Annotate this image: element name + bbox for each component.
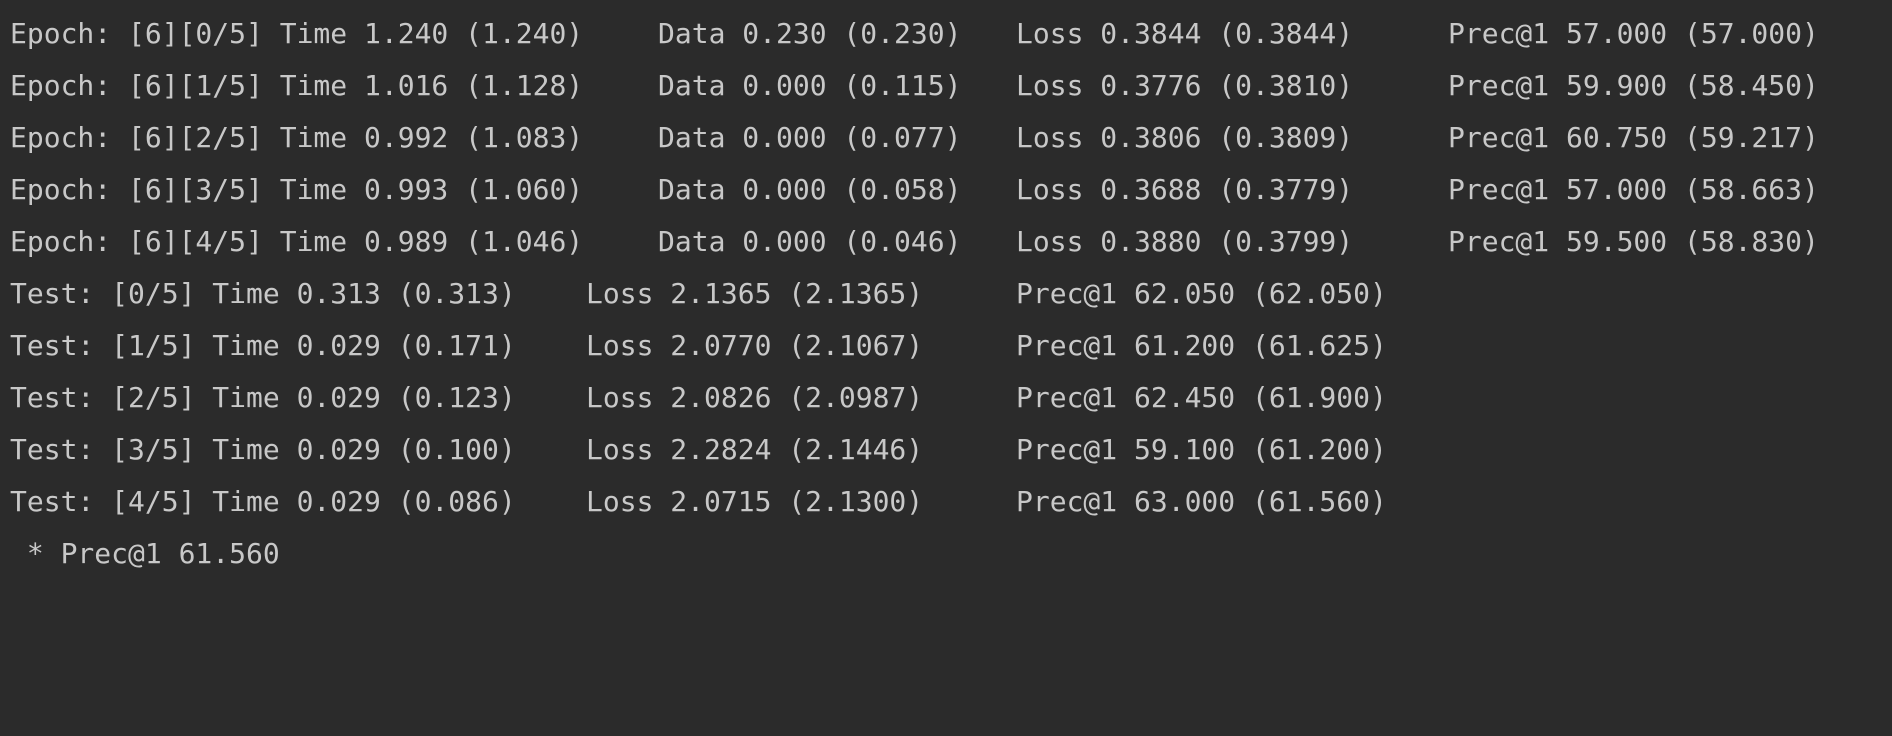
train-data: Data 0.000 (0.115) bbox=[658, 69, 962, 102]
train-loss: Loss 0.3688 (0.3779) bbox=[1016, 173, 1354, 206]
summary-line: * Prec@1 61.560 bbox=[10, 528, 280, 580]
test-prec: Prec@1 63.000 (61.560) bbox=[1016, 485, 1387, 518]
test-log-line: Test: [0/5] Time 0.313 (0.313) Loss 2.13… bbox=[10, 268, 1387, 320]
test-prec: Prec@1 59.100 (61.200) bbox=[1016, 433, 1387, 466]
test-loss: Loss 2.0715 (2.1300) bbox=[586, 485, 924, 518]
train-log-line: Epoch: [6][2/5] Time 0.992 (1.083) Data … bbox=[10, 112, 1819, 164]
train-log-line: Epoch: [6][1/5] Time 1.016 (1.128) Data … bbox=[10, 60, 1819, 112]
train-log-line: Epoch: [6][0/5] Time 1.240 (1.240) Data … bbox=[10, 8, 1819, 60]
test-time: Test: [1/5] Time 0.029 (0.171) bbox=[10, 329, 516, 362]
train-log-line: Epoch: [6][3/5] Time 0.993 (1.060) Data … bbox=[10, 164, 1819, 216]
train-prec: Prec@1 59.900 (58.450) bbox=[1448, 69, 1819, 102]
test-prec: Prec@1 62.450 (61.900) bbox=[1016, 381, 1387, 414]
train-loss: Loss 0.3880 (0.3799) bbox=[1016, 225, 1354, 258]
summary-prec: * Prec@1 61.560 bbox=[10, 537, 280, 570]
train-prec: Prec@1 57.000 (58.663) bbox=[1448, 173, 1819, 206]
train-data: Data 0.230 (0.230) bbox=[658, 17, 962, 50]
test-loss: Loss 2.2824 (2.1446) bbox=[586, 433, 924, 466]
test-log-line: Test: [3/5] Time 0.029 (0.100) Loss 2.28… bbox=[10, 424, 1387, 476]
train-prec: Prec@1 60.750 (59.217) bbox=[1448, 121, 1819, 154]
train-log-line: Epoch: [6][4/5] Time 0.989 (1.046) Data … bbox=[10, 216, 1819, 268]
train-loss: Loss 0.3844 (0.3844) bbox=[1016, 17, 1354, 50]
train-loss: Loss 0.3806 (0.3809) bbox=[1016, 121, 1354, 154]
train-epoch-time: Epoch: [6][3/5] Time 0.993 (1.060) bbox=[10, 173, 584, 206]
test-log-line: Test: [2/5] Time 0.029 (0.123) Loss 2.08… bbox=[10, 372, 1387, 424]
test-time: Test: [4/5] Time 0.029 (0.086) bbox=[10, 485, 516, 518]
train-epoch-time: Epoch: [6][0/5] Time 1.240 (1.240) bbox=[10, 17, 584, 50]
train-epoch-time: Epoch: [6][2/5] Time 0.992 (1.083) bbox=[10, 121, 584, 154]
test-loss: Loss 2.0826 (2.0987) bbox=[586, 381, 924, 414]
train-data: Data 0.000 (0.046) bbox=[658, 225, 962, 258]
console-output: Epoch: [6][0/5] Time 1.240 (1.240) Data … bbox=[0, 0, 1892, 583]
train-prec: Prec@1 57.000 (57.000) bbox=[1448, 17, 1819, 50]
test-log-line: Test: [1/5] Time 0.029 (0.171) Loss 2.07… bbox=[10, 320, 1387, 372]
train-loss: Loss 0.3776 (0.3810) bbox=[1016, 69, 1354, 102]
test-prec: Prec@1 62.050 (62.050) bbox=[1016, 277, 1387, 310]
test-prec: Prec@1 61.200 (61.625) bbox=[1016, 329, 1387, 362]
train-epoch-time: Epoch: [6][4/5] Time 0.989 (1.046) bbox=[10, 225, 584, 258]
test-time: Test: [3/5] Time 0.029 (0.100) bbox=[10, 433, 516, 466]
test-loss: Loss 2.1365 (2.1365) bbox=[586, 277, 924, 310]
train-data: Data 0.000 (0.077) bbox=[658, 121, 962, 154]
train-epoch-time: Epoch: [6][1/5] Time 1.016 (1.128) bbox=[10, 69, 584, 102]
test-log-line: Test: [4/5] Time 0.029 (0.086) Loss 2.07… bbox=[10, 476, 1387, 528]
test-time: Test: [2/5] Time 0.029 (0.123) bbox=[10, 381, 516, 414]
train-prec: Prec@1 59.500 (58.830) bbox=[1448, 225, 1819, 258]
test-time: Test: [0/5] Time 0.313 (0.313) bbox=[10, 277, 516, 310]
train-data: Data 0.000 (0.058) bbox=[658, 173, 962, 206]
test-loss: Loss 2.0770 (2.1067) bbox=[586, 329, 924, 362]
